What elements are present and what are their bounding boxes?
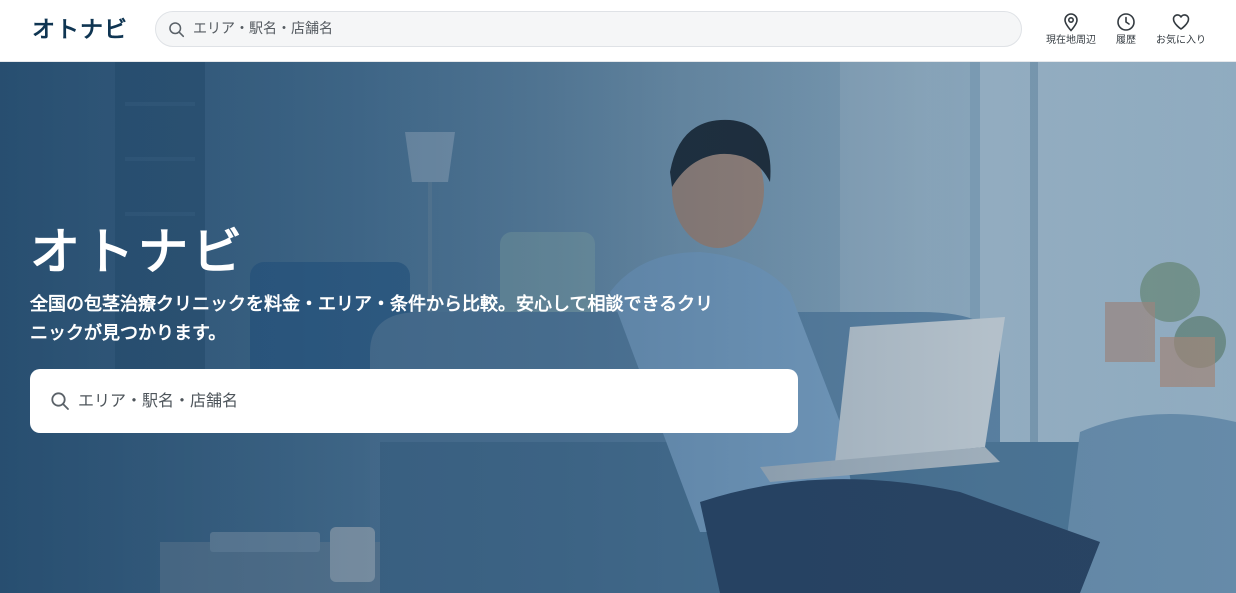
hero-title: オトナビ [30,223,246,281]
search-icon [169,22,185,38]
nav-nearby-label: 現在地周辺 [1046,35,1096,46]
site-header: オトナビ エリア・駅名・店舗名 現在地周辺 履歴 お気に入り [0,0,1236,62]
clock-icon [1117,13,1135,31]
nav-favorites-label: お気に入り [1156,35,1206,46]
header-search-bar[interactable]: エリア・駅名・店舗名 [155,11,1022,47]
hero-search-placeholder: エリア・駅名・店舗名 [78,391,239,410]
heart-icon [1172,14,1190,30]
nav-history-label: 履歴 [1116,35,1136,46]
site-logo[interactable]: オトナビ [32,14,128,46]
nav-nearby[interactable]: 現在地周辺 [1043,12,1099,52]
hero-section: オトナビ 全国の包茎治療クリニックを料金・エリア・条件から比較。安心して相談でき… [0,62,1236,593]
header-search-placeholder: エリア・駅名・店舗名 [193,21,333,37]
nav-history[interactable]: 履歴 [1106,12,1146,52]
hero-search-bar[interactable]: エリア・駅名・店舗名 [30,369,798,433]
nav-favorites[interactable]: お気に入り [1153,12,1209,52]
search-icon [51,392,69,410]
location-pin-icon [1064,13,1078,32]
hero-subtitle: 全国の包茎治療クリニックを料金・エリア・条件から比較。安心して相談できるクリニッ… [30,294,714,344]
